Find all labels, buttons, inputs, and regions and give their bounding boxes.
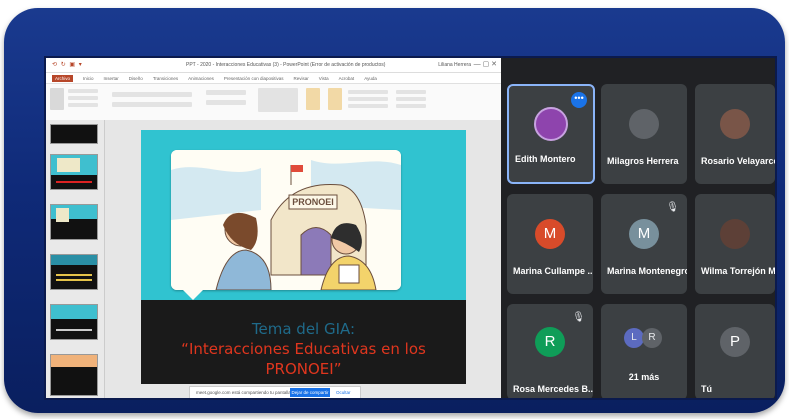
participant-name: Milagros Herrera xyxy=(607,156,679,166)
font-format-tools[interactable] xyxy=(112,102,192,107)
more-participants-tile[interactable]: L R 21 más xyxy=(601,304,687,398)
tab-vista[interactable]: Vista xyxy=(319,76,329,81)
clipboard-tool[interactable] xyxy=(68,96,98,100)
participant-tile[interactable]: R 🎙︎ Rosa Mercedes B... xyxy=(507,304,593,398)
participant-grid: ••• Edith Montero Milagros Herrera Rosar… xyxy=(505,80,775,398)
avatar: P xyxy=(720,327,750,358)
quick-styles-button[interactable] xyxy=(328,88,342,110)
powerpoint-window: ⟲ ↻ ▣ ▾ PPT - 2020 - Interacciones Educa… xyxy=(46,58,501,398)
quick-access-toolbar[interactable]: ⟲ ↻ ▣ ▾ xyxy=(52,61,83,68)
tab-inicio[interactable]: Inicio xyxy=(83,76,94,81)
tab-acrobat[interactable]: Acrobat xyxy=(339,76,355,81)
participant-tile[interactable]: ••• Edith Montero xyxy=(507,84,595,184)
slide-topic-label: Tema del GIA: xyxy=(251,320,356,338)
tab-transiciones[interactable]: Transiciones xyxy=(153,76,178,81)
avatar: M xyxy=(629,219,659,249)
ppt-user-name[interactable]: Liliana Herrera xyxy=(438,62,471,68)
ppt-ribbon xyxy=(46,84,501,123)
avatar xyxy=(720,109,750,139)
participant-name: Marina Montenegro xyxy=(607,266,687,276)
tab-ayuda[interactable]: Ayuda xyxy=(364,76,377,81)
participant-name: Marina Cullampe ... xyxy=(513,266,593,276)
clipboard-tool[interactable] xyxy=(68,103,98,107)
participant-tile[interactable]: Rosario Velayarce ... xyxy=(695,84,775,184)
shape-outline[interactable] xyxy=(348,97,388,101)
slide-thumbnail[interactable] xyxy=(50,254,98,290)
participant-tile[interactable]: Wilma Torrejón M... xyxy=(695,194,775,294)
participant-tile[interactable]: M 🎙︎ Marina Montenegro xyxy=(601,194,687,294)
tab-archivo[interactable]: Archivo xyxy=(52,74,74,82)
shape-fill[interactable] xyxy=(348,90,388,94)
screen-share-bar: meet.google.com está compartiendo tu pan… xyxy=(189,386,361,398)
paragraph-tools[interactable] xyxy=(206,100,246,105)
ppt-workspace: PRONOEI Tema del GIA: “Interacciones Edu… xyxy=(46,120,501,398)
mic-off-icon: 🎙︎ xyxy=(666,202,679,213)
find-tool[interactable] xyxy=(396,90,426,94)
screen-capture: ⟲ ↻ ▣ ▾ PPT - 2020 - Interacciones Educa… xyxy=(44,56,777,400)
shapes-gallery[interactable] xyxy=(258,88,298,112)
more-count: 21 más xyxy=(628,372,660,382)
participant-name: Rosario Velayarce ... xyxy=(701,156,775,166)
participant-name: Wilma Torrejón M... xyxy=(701,266,775,276)
paste-button[interactable] xyxy=(50,88,64,110)
arrange-button[interactable] xyxy=(306,88,320,110)
font-box[interactable] xyxy=(112,92,192,97)
slide-thumbnail[interactable] xyxy=(50,204,98,240)
replace-tool[interactable] xyxy=(396,97,426,101)
participant-tile[interactable]: Milagros Herrera xyxy=(601,84,687,184)
shape-effects[interactable] xyxy=(348,104,388,108)
pronoei-illustration: PRONOEI xyxy=(171,150,401,290)
avatar: L xyxy=(624,327,644,348)
slide-thumbnails-panel xyxy=(46,120,105,398)
slide-thumbnail[interactable] xyxy=(50,304,98,340)
tab-animaciones[interactable]: Animaciones xyxy=(188,76,214,81)
tab-revisar[interactable]: Revisar xyxy=(293,76,308,81)
slide-illustration: PRONOEI xyxy=(171,150,401,290)
ppt-file-title: PPT - 2020 - Interacciones Educativas (3… xyxy=(186,62,386,68)
decorative-frame: ⟲ ↻ ▣ ▾ PPT - 2020 - Interacciones Educa… xyxy=(4,8,785,413)
avatar: R xyxy=(642,327,662,348)
hide-button[interactable]: Ocultar xyxy=(336,390,351,395)
self-tile[interactable]: P Tú xyxy=(695,304,775,398)
avatar xyxy=(720,219,750,249)
ppt-title-bar: ⟲ ↻ ▣ ▾ PPT - 2020 - Interacciones Educa… xyxy=(46,58,501,73)
select-tool[interactable] xyxy=(396,104,426,108)
slide-thumbnail[interactable] xyxy=(50,124,98,144)
more-options-icon[interactable]: ••• xyxy=(571,92,587,108)
slide-thumbnail[interactable] xyxy=(50,154,98,190)
tab-presentacion[interactable]: Presentación con diapositivas xyxy=(224,76,284,81)
participant-badges: L R xyxy=(624,327,664,350)
stop-sharing-button[interactable]: Dejar de compartir xyxy=(290,388,330,397)
slide-thumbnail[interactable] xyxy=(50,354,98,396)
tab-insertar[interactable]: Insertar xyxy=(104,76,119,81)
paragraph-tools[interactable] xyxy=(206,90,246,95)
avatar xyxy=(534,107,568,142)
participant-name: Edith Montero xyxy=(515,154,576,164)
avatar: M xyxy=(535,219,565,249)
window-controls[interactable]: — ▢ ✕ xyxy=(474,60,497,68)
slide-quote-line1: “Interacciones Educativas en los xyxy=(181,340,426,358)
slide-quote-line2: PRONOEI” xyxy=(265,360,342,378)
participant-name: Rosa Mercedes B... xyxy=(513,384,593,394)
avatar: R xyxy=(535,327,565,358)
tab-diseno[interactable]: Diseño xyxy=(129,76,143,81)
sign-text: PRONOEI xyxy=(292,197,334,207)
ppt-ribbon-tabs: Archivo Inicio Insertar Diseño Transicio… xyxy=(46,73,501,84)
current-slide[interactable]: PRONOEI Tema del GIA: “Interacciones Edu… xyxy=(141,130,466,384)
mic-off-icon: 🎙︎ xyxy=(572,312,585,323)
share-message: meet.google.com está compartiendo tu pan… xyxy=(196,390,293,395)
avatar xyxy=(629,109,659,139)
clipboard-tool[interactable] xyxy=(68,89,98,93)
participant-name: Tú xyxy=(701,384,712,394)
speech-pointer xyxy=(183,290,203,300)
participant-tile[interactable]: M Marina Cullampe ... xyxy=(507,194,593,294)
